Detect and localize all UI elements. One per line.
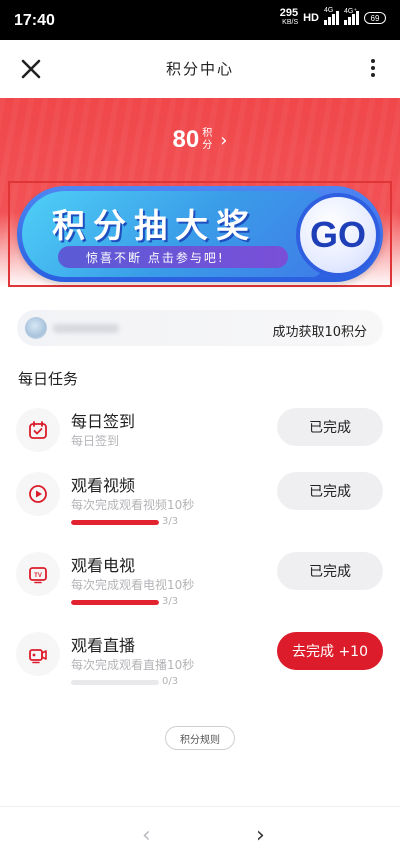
more-vertical-icon[interactable]	[368, 56, 378, 82]
task-progress-text: 0/3	[162, 676, 179, 687]
hd-indicator: HD	[303, 12, 319, 24]
network-speed: 295 KB/S	[279, 7, 299, 27]
signal-icon: 4G	[324, 7, 339, 25]
task-desc: 每次完成观看电视10秒	[71, 578, 195, 592]
app-header: 积分中心	[0, 40, 400, 98]
task-desc: 每次完成观看视频10秒	[71, 498, 195, 512]
battery-icon: 69	[364, 12, 386, 24]
points-summary[interactable]: 80 积 分 ›	[0, 126, 400, 154]
task-progress-bar	[71, 680, 159, 685]
task-name: 观看电视	[71, 556, 136, 575]
network-speed-value: 295	[279, 7, 299, 19]
notice-text: 成功获取10积分	[272, 325, 367, 340]
task-item-video: 观看视频 每次完成观看视频10秒 3/3 已完成	[0, 472, 400, 552]
avatar	[25, 317, 47, 339]
task-status-button[interactable]: 已完成	[277, 552, 383, 590]
chevron-right-icon: ›	[220, 129, 228, 151]
task-progress-text: 3/3	[162, 516, 179, 527]
signal-icon-2: 4G⁺	[344, 8, 359, 25]
task-item-tv: TV 观看电视 每次完成观看电视10秒 3/3 已完成	[0, 552, 400, 632]
task-name: 观看视频	[71, 476, 136, 495]
complete-task-button[interactable]: 去完成 +10	[277, 632, 383, 670]
lottery-title: 积分抽大奖	[52, 206, 257, 245]
points-unit-bottom: 分	[202, 140, 213, 151]
task-status-button[interactable]: 已完成	[277, 408, 383, 446]
svg-text:TV: TV	[34, 573, 42, 579]
status-indicators: 295 KB/S HD 4G 4G⁺ 69	[279, 7, 386, 27]
chevron-left-icon[interactable]: ‹	[142, 823, 151, 848]
points-unit: 积 分	[202, 128, 212, 152]
signal-label: 4G	[324, 7, 334, 14]
bottom-navigation: ‹ ›	[0, 806, 400, 867]
battery-level: 69	[370, 13, 380, 23]
reward-notice: 成功获取10积分	[17, 310, 383, 346]
go-label: GO	[309, 214, 366, 255]
signal-label-2: 4G⁺	[344, 8, 358, 15]
task-item-live: 观看直播 每次完成观看直播10秒 0/3 去完成 +10	[0, 632, 400, 712]
page-title: 积分中心	[165, 60, 234, 78]
task-name: 每日签到	[71, 412, 136, 431]
tv-icon: TV	[16, 552, 60, 596]
play-circle-icon	[16, 472, 60, 516]
points-rules-button[interactable]: 积分规则	[165, 726, 235, 750]
task-progress-text: 3/3	[162, 596, 179, 607]
network-speed-unit: KB/S	[282, 19, 299, 26]
task-progress-bar	[71, 520, 159, 525]
task-desc: 每次完成观看直播10秒	[71, 658, 195, 672]
blurred-username	[53, 324, 119, 333]
task-status-button[interactable]: 已完成	[277, 472, 383, 510]
points-value: 80	[172, 126, 200, 153]
status-bar: 17:40 295 KB/S HD 4G 4G⁺ 69	[0, 0, 400, 40]
points-unit-top: 积	[202, 128, 213, 139]
status-time: 17:40	[14, 12, 55, 29]
task-desc: 每日签到	[71, 434, 120, 448]
task-progress-fill	[71, 600, 159, 605]
task-progress-fill	[71, 520, 159, 525]
live-camera-icon	[16, 632, 60, 676]
task-progress-bar	[71, 600, 159, 605]
daily-tasks-title: 每日任务	[18, 370, 79, 388]
lottery-subtitle: 惊喜不断 点击参与吧!	[86, 251, 225, 265]
task-name: 观看直播	[71, 636, 136, 655]
calendar-check-icon	[16, 408, 60, 452]
go-button[interactable]: GO	[296, 193, 380, 277]
chevron-right-icon[interactable]: ›	[256, 823, 265, 848]
